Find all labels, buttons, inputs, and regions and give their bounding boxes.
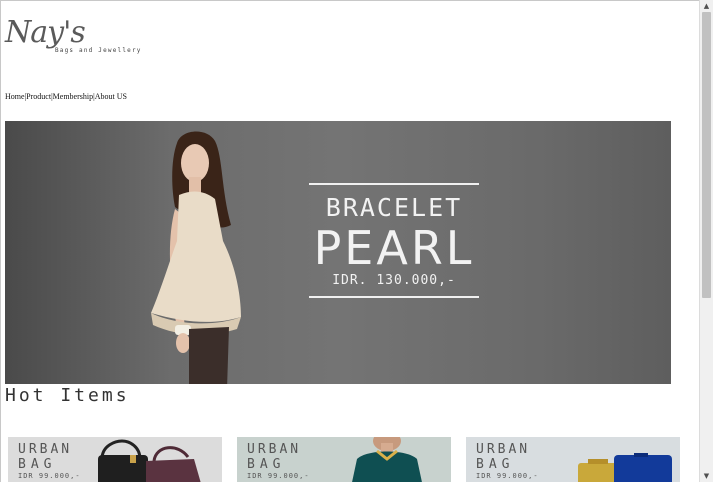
product-price: IDR 99.000,- (18, 472, 81, 480)
section-title-hot-items: Hot Items (5, 385, 130, 406)
nav-link-membership[interactable]: Membership (53, 92, 93, 101)
promo-line1: BRACELET (325, 193, 463, 222)
scrollbar-thumb[interactable] (702, 12, 711, 298)
promo-bottom-rule (309, 296, 479, 298)
nav-link-product[interactable]: Product (26, 92, 51, 101)
vertical-scrollbar[interactable]: ▲ ▼ (699, 0, 713, 482)
product-label: URBAN BAG IDR 99.000,- (476, 443, 539, 480)
scroll-up-arrow-icon[interactable]: ▲ (700, 0, 713, 12)
product-label: URBAN BAG IDR 99.000,- (18, 443, 81, 480)
promo-line2: PEARL (313, 221, 475, 275)
promo-price: IDR. 130.000,- (332, 273, 456, 288)
product-card[interactable]: URBAN BAG IDR 99.000,- (466, 437, 680, 482)
model-photo (151, 131, 241, 384)
product-title-line1: URBAN (247, 442, 302, 457)
product-label: URBAN BAG IDR 99.000,- (247, 443, 310, 480)
hero-banner[interactable]: BRACELET PEARL IDR. 130.000,- (5, 121, 671, 384)
product-price: IDR 99.000,- (247, 472, 310, 480)
page-viewport: Nay's Bags and Jewellery Home|Product|Me… (0, 0, 699, 482)
logo-tagline: Bags and Jewellery (55, 47, 142, 54)
product-title-line1: URBAN (18, 442, 73, 457)
nav-link-home[interactable]: Home (5, 92, 25, 101)
banner-promo: BRACELET PEARL IDR. 130.000,- (309, 183, 479, 298)
product-title-line2: BAG (476, 457, 515, 472)
product-card[interactable]: URBAN BAG IDR 99.000,- (237, 437, 451, 482)
product-title-line2: BAG (247, 457, 286, 472)
promo-top-rule (309, 183, 479, 185)
site-logo[interactable]: Nay's Bags and Jewellery (5, 15, 145, 61)
product-title-line1: URBAN (476, 442, 531, 457)
product-price: IDR 99.000,- (476, 472, 539, 480)
logo-script-text: Nay's (5, 15, 86, 50)
product-title-line2: BAG (18, 457, 57, 472)
nav-link-about-us[interactable]: About US (95, 92, 127, 101)
main-nav: Home|Product|Membership|About US (5, 92, 127, 101)
scroll-down-arrow-icon[interactable]: ▼ (700, 470, 713, 482)
product-card[interactable]: URBAN BAG IDR 99.000,- (8, 437, 222, 482)
